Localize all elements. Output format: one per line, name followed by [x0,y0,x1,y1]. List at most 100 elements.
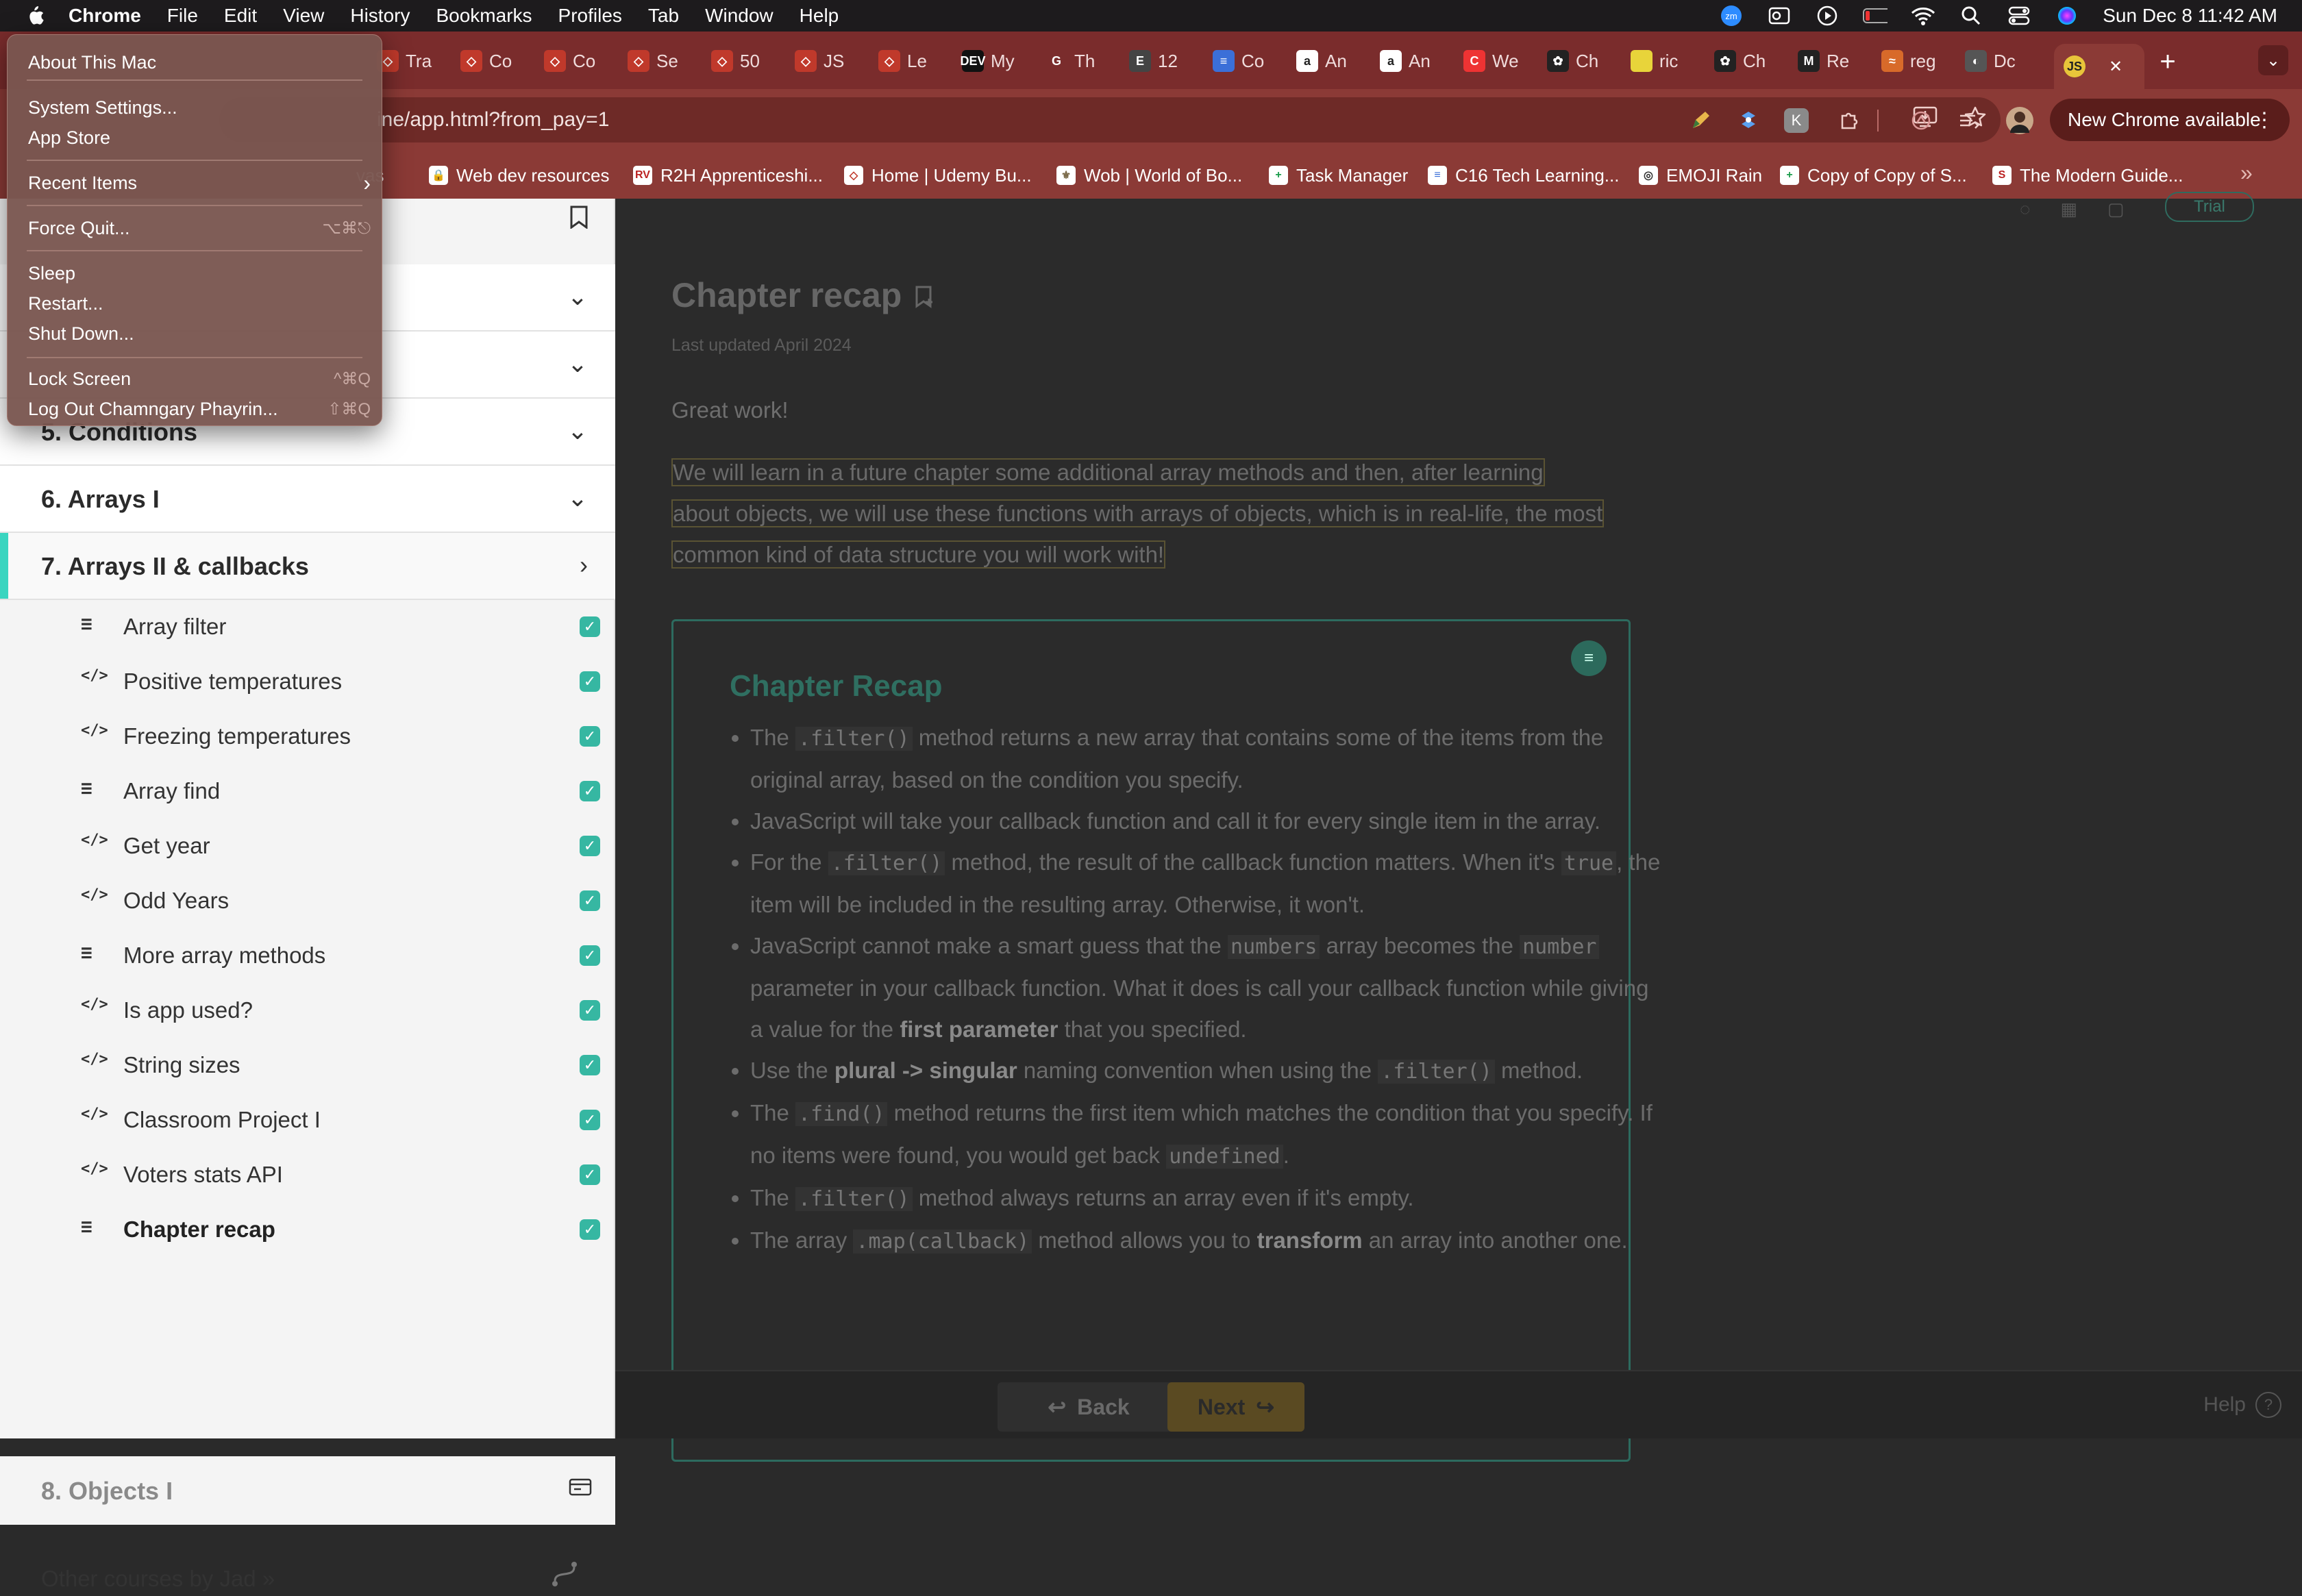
browser-tab[interactable]: ≡ Co [1203,44,1283,78]
chat-icon[interactable]: ◌ [2020,199,2030,219]
browser-tab[interactable]: ✿ Ch [1537,44,1617,78]
lesson-item[interactable]: ≡ Array find ✓ [0,764,615,819]
browser-tab[interactable]: E 12 [1119,44,1199,78]
lesson-item[interactable]: ≡ More array methods ✓ [0,929,615,984]
bookmark-item[interactable]: S The Modern Guide... [1992,163,2183,188]
lesson-item[interactable]: </> Is app used? ✓ [0,984,615,1038]
more-vert-icon[interactable]: ⋮ [2254,108,2275,132]
browser-tab[interactable]: ◇ 50 [702,44,781,78]
extensions-puzzle-icon[interactable] [1836,108,1861,133]
lesson-item[interactable]: </> Get year ✓ [0,819,615,874]
wifi-icon[interactable] [1911,5,1935,27]
menu-edit[interactable]: Edit [224,5,257,27]
browser-tab[interactable]: ◐ Dc [1955,44,2035,78]
browser-tab[interactable]: G Th [1036,44,1115,78]
lesson-item[interactable]: ≡ Chapter recap ✓ [0,1203,615,1258]
browser-tab[interactable]: ◇ Co [534,44,614,78]
lesson-item[interactable]: </> Classroom Project I ✓ [0,1093,615,1148]
browser-tab[interactable]: a An [1370,44,1450,78]
more-bookmarks-icon[interactable]: » [2240,160,2253,186]
browser-tab[interactable]: ric [1621,44,1700,78]
menu-app-name[interactable]: Chrome [69,5,141,27]
apple-menu-item[interactable]: Lock Screen ^⌘Q [28,365,371,392]
address-bar[interactable]: ine/app.html?from_pay=1 [219,97,2001,142]
zoom-icon[interactable]: zm [1719,5,1744,27]
spotlight-icon[interactable] [1959,5,1983,27]
book-icon[interactable]: ▢ [2107,199,2125,219]
sidebar-section-objects[interactable]: 8. Objects I [0,1456,615,1525]
bookmark-lesson-icon[interactable] [914,285,935,315]
new-chrome-available-button[interactable]: New Chrome available ⋮ [2050,99,2290,141]
reading-list-icon[interactable] [1957,108,1981,133]
apple-menu-item[interactable]: Shut Down... [28,320,371,347]
help-button[interactable]: Help ? [2203,1392,2281,1418]
browser-tab[interactable]: a An [1287,44,1366,78]
bookmark-item[interactable]: RV R2H Apprenticeshi... [633,163,823,188]
other-courses-link[interactable]: Other courses by Jad » [41,1566,275,1592]
new-tab-button[interactable]: + [2151,45,2184,78]
extension-dropbox-icon[interactable] [1736,108,1761,133]
apple-menu-item[interactable]: Sleep [28,260,371,287]
menu-tab[interactable]: Tab [648,5,679,27]
menu-window[interactable]: Window [705,5,773,27]
address-url[interactable]: ine/app.html?from_pay=1 [377,108,609,132]
apple-menu-item[interactable]: Restart... [28,290,371,317]
extension-k-icon[interactable]: K [1784,108,1809,133]
bookmark-item[interactable]: + Copy of Copy of S... [1780,163,1967,188]
lesson-item[interactable]: </> Voters stats API ✓ [0,1148,615,1203]
extension-pencil-icon[interactable] [1688,108,1713,133]
lesson-item[interactable]: </> Freezing temperatures ✓ [0,710,615,764]
menu-profiles[interactable]: Profiles [558,5,622,27]
sidebar-section-arrays-1[interactable]: 6. Arrays I ⌄ [0,466,615,533]
browser-tab[interactable]: ◇ Se [618,44,697,78]
sync-icon[interactable] [1909,108,1933,133]
apple-menu-item[interactable]: Recent Items › [28,169,371,197]
browser-tab[interactable]: ◇ Le [869,44,948,78]
apple-menu-item[interactable]: Force Quit... ⌥⌘⎋ [28,214,371,242]
notes-icon[interactable]: ▦ [2060,199,2077,219]
bookmark-item[interactable]: ≡ C16 Tech Learning... [1428,163,1619,188]
browser-tab[interactable]: C We [1454,44,1533,78]
menu-bookmarks[interactable]: Bookmarks [436,5,532,27]
bookmark-item[interactable]: 🔒 Web dev resources [429,163,610,188]
add-note-icon[interactable]: ≡ [1571,640,1607,676]
bookmark-item[interactable]: + Task Manager [1269,163,1408,188]
menu-view[interactable]: View [283,5,324,27]
apple-menu-item[interactable]: App Store [28,124,371,151]
next-button[interactable]: Next ↪ [1167,1382,1304,1432]
browser-tab[interactable]: M Re [1788,44,1868,78]
control-center-icon[interactable] [2007,5,2031,27]
outlook-icon[interactable] [1767,5,1792,27]
sidebar-section-arrays-2[interactable]: 7. Arrays II & callbacks › [0,533,615,600]
lesson-item[interactable]: ≡ Array filter ✓ [0,600,615,655]
bookmark-item[interactable]: ◇ Home | Udemy Bu... [844,163,1032,188]
bookmark-item[interactable]: ◎ EMOJI Rain [1639,163,1762,188]
browser-tab[interactable]: ◇ JS [785,44,865,78]
lesson-item[interactable]: </> Positive temperatures ✓ [0,655,615,710]
trial-badge[interactable]: Trial [2165,192,2254,222]
lesson-item[interactable]: </> String sizes ✓ [0,1038,615,1093]
browser-tab[interactable]: DEV My [952,44,1032,78]
apple-menu-item[interactable]: Log Out Chamngary Phayrin... ⇧⌘Q [28,395,371,423]
menu-history[interactable]: History [350,5,410,27]
play-icon[interactable] [1815,5,1840,27]
bookmark-item[interactable]: ⚜ Wob | World of Bo... [1056,163,1242,188]
tab-search-button[interactable]: ⌄ [2258,45,2288,75]
apple-menu-item[interactable]: About This Mac [28,49,371,76]
lesson-item[interactable]: </> Odd Years ✓ [0,874,615,929]
browser-tab[interactable]: ◇ Co [451,44,530,78]
roadmap-icon[interactable] [549,1559,580,1596]
battery-icon[interactable] [1863,5,1888,27]
clock[interactable]: Sun Dec 8 11:42 AM [2103,5,2277,27]
back-button[interactable]: ↩ Back [998,1382,1180,1432]
close-tab-icon[interactable]: ✕ [2109,57,2122,77]
browser-tab[interactable]: ≈ reg [1872,44,1951,78]
siri-icon[interactable] [2055,5,2079,27]
browser-tab[interactable]: ✿ Ch [1705,44,1784,78]
menu-file[interactable]: File [167,5,198,27]
profile-avatar[interactable] [2006,107,2033,134]
tab-active[interactable]: JS ✕ [2054,44,2144,89]
menu-help[interactable]: Help [800,5,839,27]
bookmark-outline-icon[interactable] [569,205,589,234]
apple-menu-item[interactable]: System Settings... [28,94,371,121]
